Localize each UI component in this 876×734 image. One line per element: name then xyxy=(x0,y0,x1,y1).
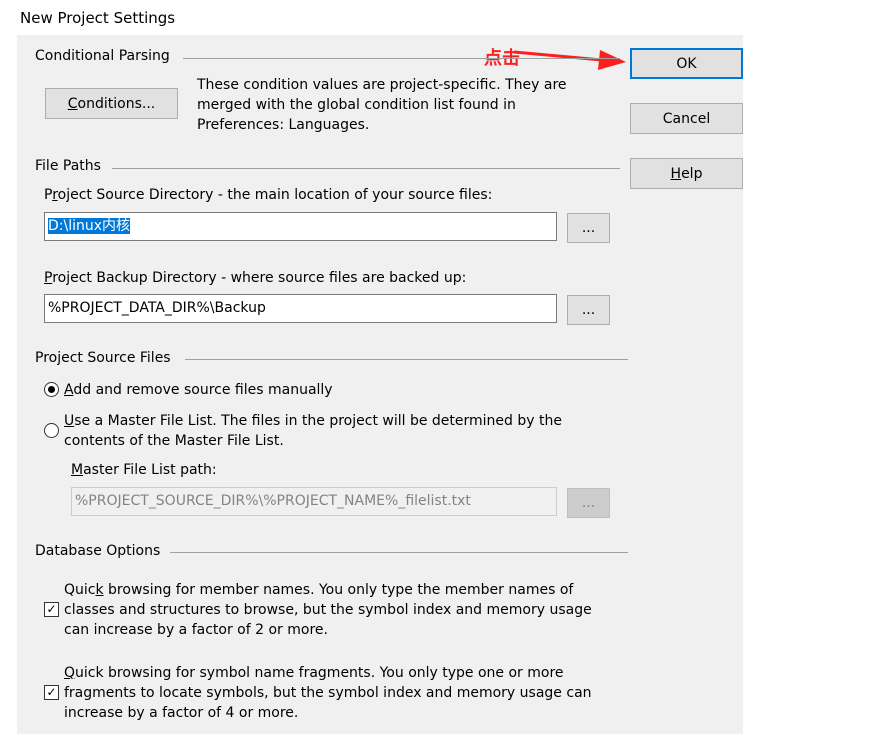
manual-files-text: dd and remove source files manually xyxy=(73,382,333,398)
member-browse-line2: classes and structures to browse, but th… xyxy=(64,602,592,618)
source-dir-input[interactable]: D:\linux内核 xyxy=(44,212,557,241)
fragment-browse-mnemonic: Q xyxy=(64,665,76,681)
conditional-desc-2: merged with the global condition list fo… xyxy=(197,97,516,113)
manual-files-mnemonic: A xyxy=(64,382,74,398)
master-list-label[interactable]: Use a Master File List. The files in the… xyxy=(64,411,562,431)
annotation-arrow-icon xyxy=(513,50,626,70)
manual-files-label[interactable]: Add and remove source files manually xyxy=(64,380,333,400)
source-dir-label-post: oject Source Directory - the main locati… xyxy=(57,187,493,203)
master-path-label: Master File List path: xyxy=(71,460,217,480)
backup-dir-mnemonic: P xyxy=(44,270,53,286)
help-label: elp xyxy=(681,165,703,182)
conditions-button[interactable]: Conditions... xyxy=(45,88,178,119)
master-list-label-line2: contents of the Master File List. xyxy=(64,433,284,449)
filepaths-rule xyxy=(112,168,620,169)
fragment-browse-line2: fragments to locate symbols, but the sym… xyxy=(64,685,592,701)
help-button[interactable]: Help xyxy=(630,158,743,189)
master-list-mnemonic: U xyxy=(64,413,75,429)
member-browse-label[interactable]: Quick browsing for member names. You onl… xyxy=(64,580,573,600)
source-dir-value: D:\linux内核 xyxy=(48,218,131,234)
conditional-rule xyxy=(183,58,620,59)
master-list-radio[interactable] xyxy=(44,423,59,438)
ok-button[interactable]: OK xyxy=(630,48,743,79)
backup-dir-input[interactable]: %PROJECT_DATA_DIR%\Backup xyxy=(44,294,557,323)
master-path-input: %PROJECT_SOURCE_DIR%\%PROJECT_NAME%_file… xyxy=(71,487,557,516)
database-section-title: Database Options xyxy=(35,543,169,559)
sourcefiles-section-title: Project Source Files xyxy=(35,350,179,366)
filepaths-section-title: File Paths xyxy=(35,158,109,174)
manual-files-radio[interactable] xyxy=(44,382,59,397)
fragment-browse-checkbox[interactable]: ✓ xyxy=(44,685,59,700)
source-dir-browse-button[interactable]: ... xyxy=(567,213,610,243)
master-list-text: se a Master File List. The files in the … xyxy=(74,413,562,429)
source-dir-label-pre: P xyxy=(44,187,53,203)
fragment-browse-label[interactable]: Quick browsing for symbol name fragments… xyxy=(64,663,564,683)
fragment-browse-line3: increase by a factor of 4 or more. xyxy=(64,705,299,721)
window-title: New Project Settings xyxy=(20,9,176,27)
conditional-desc-1: These condition values are project-speci… xyxy=(197,77,567,93)
source-dir-label: Project Source Directory - the main loca… xyxy=(44,185,492,205)
sourcefiles-rule xyxy=(185,359,628,360)
help-mnemonic: H xyxy=(670,165,682,182)
conditions-mnemonic: C xyxy=(67,95,78,112)
fragment-browse-text: uick browsing for symbol name fragments.… xyxy=(75,665,564,681)
conditional-desc-3: Preferences: Languages. xyxy=(197,117,370,133)
member-browse-pre: Quic xyxy=(64,582,96,598)
backup-dir-browse-button[interactable]: ... xyxy=(567,295,610,325)
database-rule xyxy=(170,552,628,553)
conditions-label: onditions... xyxy=(77,95,156,112)
backup-dir-label: Project Backup Directory - where source … xyxy=(44,268,466,288)
backup-dir-label-post: roject Backup Directory - where source f… xyxy=(52,270,467,286)
member-browse-text: browsing for member names. You only type… xyxy=(103,582,574,598)
conditional-section-title: Conditional Parsing xyxy=(35,48,178,64)
master-path-browse-button: ... xyxy=(567,488,610,518)
master-path-text: aster File List path: xyxy=(83,462,217,478)
member-browse-checkbox[interactable]: ✓ xyxy=(44,602,59,617)
member-browse-mnemonic: k xyxy=(95,582,104,598)
master-path-mnemonic: M xyxy=(71,462,84,478)
cancel-button[interactable]: Cancel xyxy=(630,103,743,134)
member-browse-line3: can increase by a factor of 2 or more. xyxy=(64,622,328,638)
